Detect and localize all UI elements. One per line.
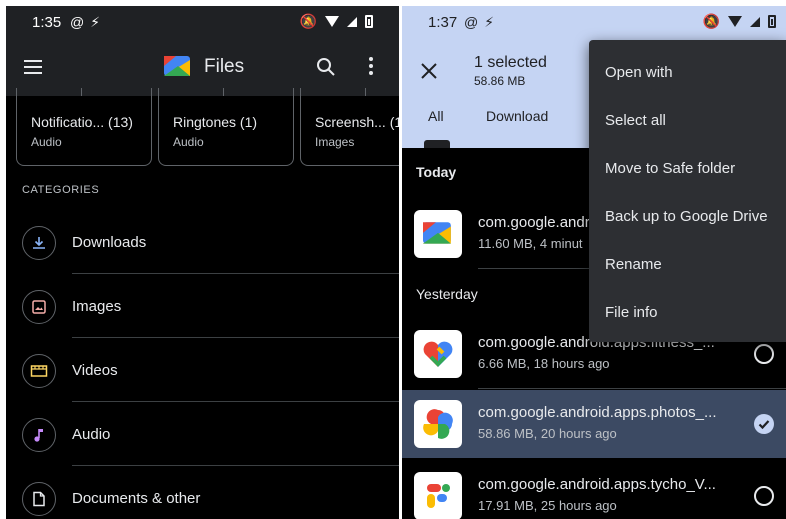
- filter-chip-download[interactable]: Download: [486, 108, 548, 124]
- recent-card-type: Audio: [173, 135, 204, 149]
- signal-icon: [347, 16, 357, 27]
- categories-heading: CATEGORIES: [22, 184, 100, 196]
- category-documents[interactable]: Documents & other: [6, 466, 399, 519]
- dnd-off-icon: 🔕: [702, 13, 720, 29]
- close-icon[interactable]: [420, 62, 438, 80]
- menu-item-rename[interactable]: Rename: [589, 240, 786, 288]
- battery-icon: [768, 15, 776, 28]
- file-name: com.google.andr: [478, 214, 590, 231]
- recent-folders: Notificatio... (13) Audio Ringtones (1) …: [6, 88, 399, 172]
- section-heading-today: Today: [416, 164, 457, 180]
- select-checkbox[interactable]: [754, 344, 774, 364]
- overflow-menu: Open with Select all Move to Safe folder…: [589, 40, 786, 342]
- filter-chip-all[interactable]: All: [428, 108, 444, 124]
- google-fit-icon: [414, 330, 462, 378]
- status-time: 1:35: [32, 14, 62, 31]
- recent-card-ringtones[interactable]: Ringtones (1) Audio: [158, 88, 294, 166]
- app-title: Files: [204, 56, 245, 77]
- category-label: Downloads: [72, 234, 147, 251]
- recent-card-type: Images: [315, 135, 355, 149]
- section-heading-yesterday: Yesterday: [416, 286, 478, 302]
- recent-card-notifications[interactable]: Notificatio... (13) Audio: [16, 88, 152, 166]
- files-home-screen: 1:35 @⚡ 🔕 Files Notificatio... (13) Audi…: [6, 6, 399, 519]
- more-options-icon[interactable]: [368, 57, 374, 77]
- checked-checkbox-icon[interactable]: [754, 414, 774, 434]
- category-label: Videos: [72, 362, 118, 379]
- category-downloads[interactable]: Downloads: [6, 210, 399, 274]
- selected-count: 1 selected: [474, 54, 547, 71]
- file-name: com.google.android.apps.photos_...: [478, 404, 717, 421]
- category-audio[interactable]: Audio: [6, 402, 399, 466]
- category-label: Audio: [72, 426, 111, 443]
- divider: [478, 388, 786, 389]
- lightning-icon: ⚡: [90, 14, 107, 30]
- search-icon[interactable]: [316, 57, 336, 77]
- recent-card-screenshots[interactable]: Screensh... (1 Images: [300, 88, 399, 166]
- status-bar: 1:37 @⚡ 🔕: [402, 6, 786, 40]
- file-row-selected[interactable]: com.google.android.apps.photos_... 58.86…: [402, 390, 786, 458]
- download-icon: [22, 226, 56, 260]
- hamburger-menu-icon[interactable]: [24, 60, 42, 74]
- file-meta: 6.66 MB, 18 hours ago: [478, 356, 610, 371]
- status-notification-icons: @⚡: [464, 14, 500, 31]
- dnd-off-icon: 🔕: [299, 13, 317, 29]
- file-meta: 58.86 MB, 20 hours ago: [478, 426, 617, 441]
- category-videos[interactable]: Videos: [6, 338, 399, 402]
- file-meta: 11.60 MB, 4 minut: [478, 236, 583, 251]
- category-label: Images: [72, 298, 122, 315]
- status-system-icons: 🔕: [300, 13, 373, 30]
- status-notification-icons: @⚡: [70, 14, 106, 31]
- selected-size: 58.86 MB: [474, 74, 526, 88]
- google-fi-icon: [414, 472, 462, 519]
- google-photos-icon: [414, 400, 462, 448]
- menu-item-back-up-to-drive[interactable]: Back up to Google Drive: [589, 192, 786, 240]
- menu-item-file-info[interactable]: File info: [589, 288, 786, 336]
- at-sign-icon: @: [464, 14, 485, 30]
- select-checkbox[interactable]: [754, 486, 774, 506]
- menu-item-open-with[interactable]: Open with: [589, 48, 786, 96]
- battery-icon: [365, 15, 373, 28]
- file-meta: 17.91 MB, 25 hours ago: [478, 498, 617, 513]
- files-selection-screen: 1:37 @⚡ 🔕 1 selected 58.86 MB All Downlo…: [402, 6, 786, 519]
- recent-card-title: Notificatio... (13): [31, 114, 133, 130]
- music-note-icon: [22, 418, 56, 452]
- signal-icon: [750, 16, 760, 27]
- category-label: Documents & other: [72, 490, 201, 507]
- files-app-icon: [414, 210, 462, 258]
- menu-item-select-all[interactable]: Select all: [589, 96, 786, 144]
- file-row[interactable]: com.google.android.apps.tycho_V... 17.91…: [402, 462, 786, 519]
- image-icon: [22, 290, 56, 324]
- status-bar: 1:35 @⚡ 🔕: [6, 6, 399, 40]
- lightning-icon: ⚡: [484, 14, 501, 30]
- at-sign-icon: @: [70, 14, 91, 30]
- active-tab-indicator: [424, 140, 450, 148]
- wifi-icon: [728, 16, 742, 27]
- document-icon: [22, 482, 56, 516]
- recent-card-title: Screensh... (1: [315, 114, 399, 130]
- video-icon: [22, 354, 56, 388]
- status-system-icons: 🔕: [703, 13, 776, 30]
- menu-item-move-to-safe-folder[interactable]: Move to Safe folder: [589, 144, 786, 192]
- status-time: 1:37: [428, 14, 458, 31]
- files-logo-icon: [164, 56, 190, 76]
- recent-card-title: Ringtones (1): [173, 114, 258, 130]
- recent-card-type: Audio: [31, 135, 62, 149]
- category-images[interactable]: Images: [6, 274, 399, 338]
- wifi-icon: [325, 16, 339, 27]
- file-name: com.google.android.apps.tycho_V...: [478, 476, 716, 493]
